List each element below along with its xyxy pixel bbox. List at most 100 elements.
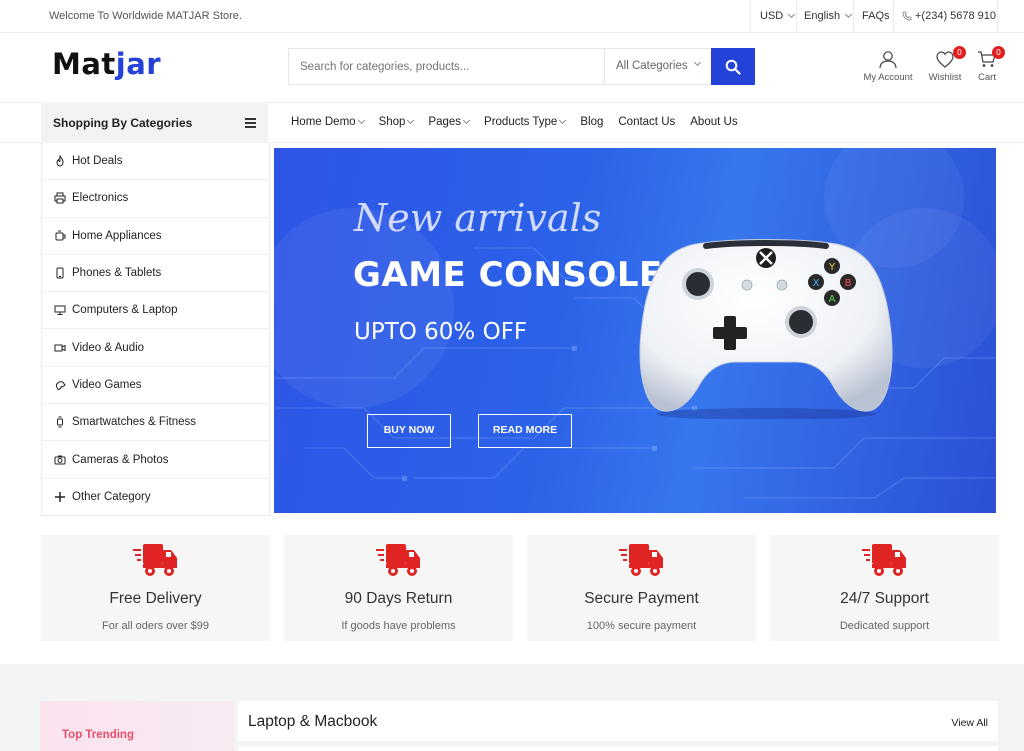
category-item-home-appliances[interactable]: Home Appliances xyxy=(42,218,269,255)
phone-number: +(234) 5678 910 xyxy=(915,10,997,22)
user-icon xyxy=(879,51,897,69)
nav-item-label: About Us xyxy=(690,116,738,128)
language-label: English xyxy=(804,10,841,22)
feature-title: Secure Payment xyxy=(584,590,699,607)
svg-text:A: A xyxy=(829,294,836,305)
feature-title: Free Delivery xyxy=(109,590,202,607)
nav-item-label: Shop xyxy=(378,116,406,128)
svg-text:B: B xyxy=(845,278,852,289)
category-item-other-category[interactable]: Other Category xyxy=(42,479,269,516)
phone-icon xyxy=(54,267,66,279)
currency-select[interactable]: USD xyxy=(760,10,796,22)
account-link[interactable]: My Account xyxy=(862,50,914,83)
category-list: Hot Deals Electronics Home Appliances Phone… xyxy=(41,143,270,516)
nav-item-pages[interactable]: Pages xyxy=(428,116,471,128)
category-item-electronics[interactable]: Electronics xyxy=(42,180,269,218)
chevron-down-icon xyxy=(462,116,471,125)
read-more-button[interactable]: READ MORE xyxy=(478,414,572,448)
site-logo[interactable]: Matjar xyxy=(52,47,161,81)
truck-icon xyxy=(131,540,179,585)
account-label: My Account xyxy=(863,72,913,83)
search-bar: All Categories xyxy=(288,48,755,85)
nav-item-home-demo[interactable]: Home Demo xyxy=(291,116,365,128)
hero-tagline: New arrivals xyxy=(354,196,602,240)
feature-subtitle: Dedicated support xyxy=(839,620,930,632)
feature-card: Free Delivery For all oders over $99 xyxy=(41,535,270,641)
categories-title: Shopping By Categories xyxy=(53,116,193,130)
category-label: Home Appliances xyxy=(72,229,162,242)
nav-item-label: Blog xyxy=(580,116,604,128)
video-icon xyxy=(54,342,66,354)
nav-item-label: Contact Us xyxy=(618,116,676,128)
kettle-icon xyxy=(54,230,66,242)
phone-link[interactable]: +(234) 5678 910 xyxy=(902,10,996,22)
nav-item-about-us[interactable]: About Us xyxy=(690,116,737,128)
category-item-phones-tablets[interactable]: Phones & Tablets xyxy=(42,255,269,293)
feature-card: 24/7 Support Dedicated support xyxy=(770,535,999,641)
plus-icon xyxy=(54,491,66,503)
welcome-text: Welcome To Worldwide MATJAR Store. xyxy=(49,10,242,22)
divider xyxy=(853,0,854,33)
chevron-down-icon xyxy=(357,116,365,125)
divider xyxy=(238,741,998,746)
chevron-down-icon xyxy=(845,10,853,19)
watch-icon xyxy=(54,416,66,428)
nav-item-contact-us[interactable]: Contact Us xyxy=(618,116,675,128)
category-label: Video Games xyxy=(72,378,142,391)
category-item-video-audio[interactable]: Video & Audio xyxy=(42,329,269,367)
chevron-down-icon xyxy=(407,116,415,125)
wishlist-link[interactable]: 0 Wishlist xyxy=(926,46,966,83)
category-item-cameras-photos[interactable]: Cameras & Photos xyxy=(42,441,269,479)
category-label: Other Category xyxy=(72,491,151,504)
category-label: Computers & Laptop xyxy=(72,304,178,317)
category-item-video-games[interactable]: Video Games xyxy=(42,367,269,405)
category-label: Hot Deals xyxy=(72,155,123,168)
main-nav: Home Demo Shop Pages Products Type Blog Conta… xyxy=(291,116,753,128)
truck-icon xyxy=(860,540,908,585)
top-trending-label: Top Trending xyxy=(62,729,134,741)
hero-title: GAME CONSOLE xyxy=(353,255,663,295)
category-label: Smartwatches & Fitness xyxy=(72,416,196,429)
language-select[interactable]: English xyxy=(804,10,853,22)
nav-item-shop[interactable]: Shop xyxy=(378,116,415,128)
monitor-icon xyxy=(54,304,66,316)
categories-toggle[interactable]: Shopping By Categories xyxy=(41,102,268,143)
chevron-down-icon xyxy=(559,116,567,125)
divider xyxy=(997,0,998,33)
svg-text:Y: Y xyxy=(828,262,836,273)
feature-card: 90 Days Return If goods have problems xyxy=(284,535,513,641)
search-input[interactable] xyxy=(289,49,603,84)
nav-item-blog[interactable]: Blog xyxy=(580,116,603,128)
divider xyxy=(893,0,894,33)
nav-item-label: Pages xyxy=(428,116,462,128)
category-label: Cameras & Photos xyxy=(72,453,169,466)
heart-icon xyxy=(936,51,954,68)
hero-banner: New arrivals GAME CONSOLE UPTO 60% OFF B… xyxy=(274,148,996,513)
feature-subtitle: If goods have problems xyxy=(341,620,456,632)
buy-now-button[interactable]: BUY NOW xyxy=(367,414,451,448)
category-item-smartwatches-fitness[interactable]: Smartwatches & Fitness xyxy=(42,404,269,442)
top-trending-card[interactable]: Top Trending xyxy=(40,701,234,751)
category-select[interactable]: All Categories xyxy=(604,49,712,84)
chevron-down-icon xyxy=(788,10,796,19)
menu-icon xyxy=(245,118,256,130)
category-item-computers-laptop[interactable]: Computers & Laptop xyxy=(42,292,269,330)
search-icon xyxy=(725,59,741,75)
laptop-section: Laptop & Macbook View All xyxy=(238,701,998,751)
section-title: Laptop & Macbook xyxy=(248,713,378,730)
feature-title: 90 Days Return xyxy=(344,590,453,607)
cart-count-badge: 0 xyxy=(992,46,1005,59)
search-button[interactable] xyxy=(711,48,755,85)
category-item-hot-deals[interactable]: Hot Deals xyxy=(42,143,269,181)
faqs-link[interactable]: FAQs xyxy=(862,10,890,22)
svg-text:X: X xyxy=(813,278,820,289)
hero-subtitle: UPTO 60% OFF xyxy=(354,319,528,345)
gamepad-icon xyxy=(54,379,66,391)
nav-item-products-type[interactable]: Products Type xyxy=(484,116,567,128)
truck-icon xyxy=(374,540,422,585)
phone-icon xyxy=(902,11,912,21)
nav-item-label: Home Demo xyxy=(291,116,356,128)
view-all-link[interactable]: View All xyxy=(951,717,988,729)
cart-link[interactable]: 0 Cart xyxy=(974,46,1005,83)
game-controller-image: Y X B A xyxy=(639,239,893,419)
